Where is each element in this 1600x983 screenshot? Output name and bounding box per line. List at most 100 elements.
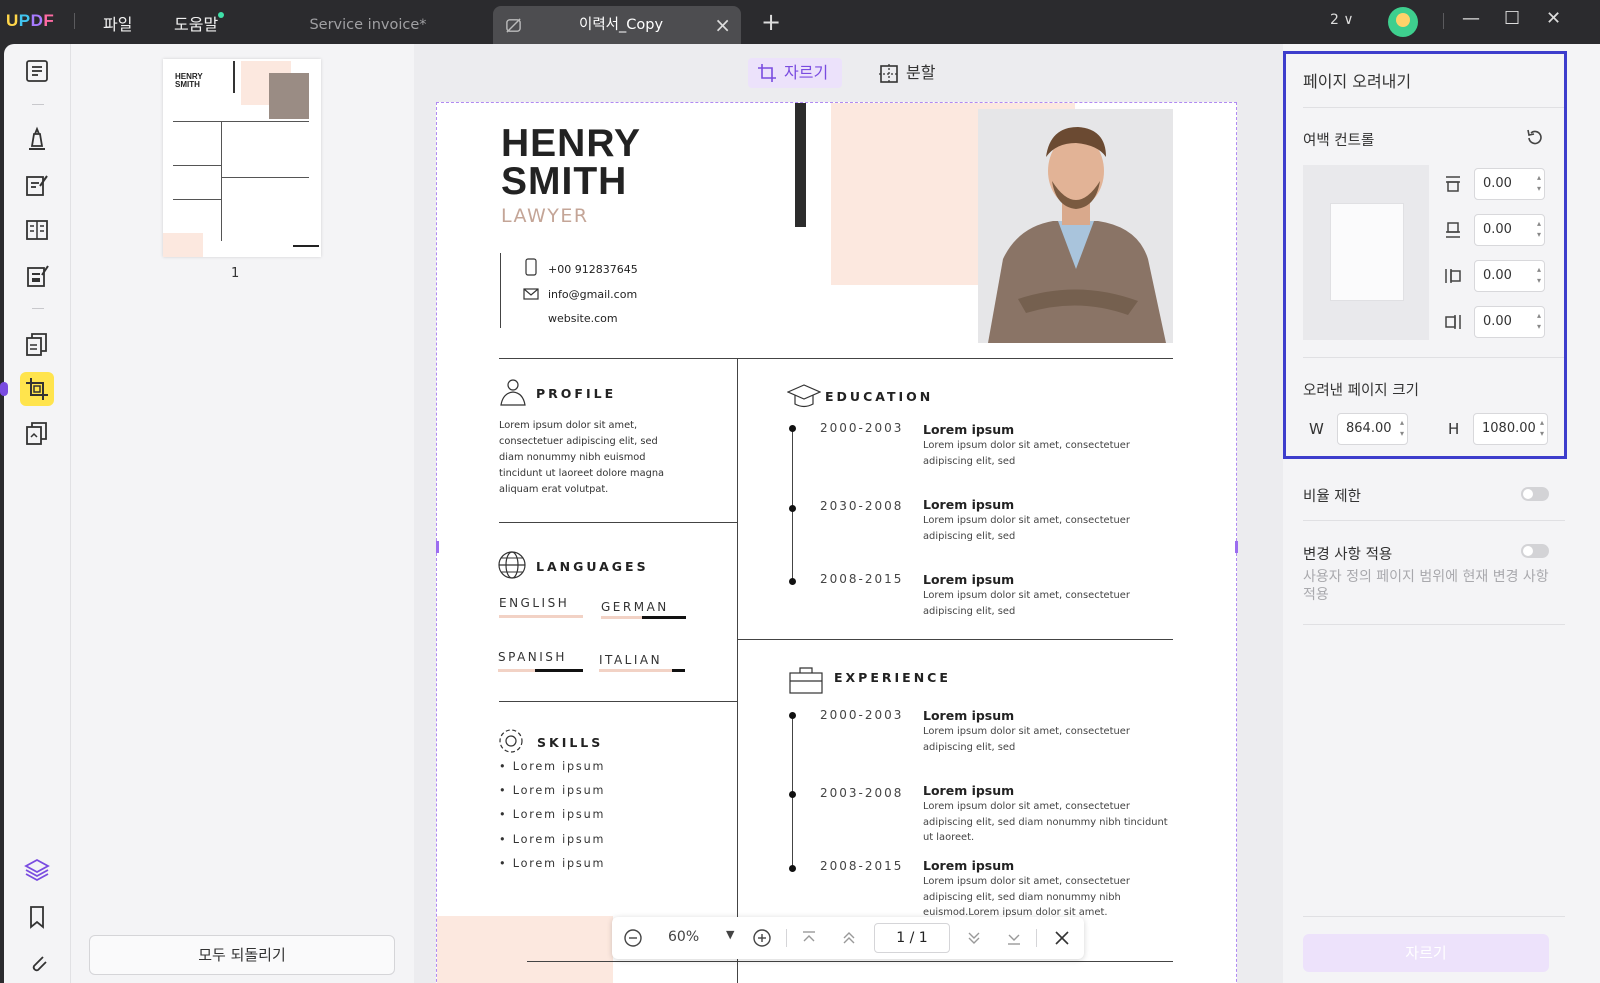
- notification-dot: [218, 12, 224, 18]
- divider: [1443, 13, 1444, 29]
- languages-heading: LANGUAGES: [536, 559, 649, 574]
- profile-heading: PROFILE: [536, 386, 617, 401]
- sign-icon[interactable]: [24, 263, 50, 289]
- crop-icon[interactable]: [24, 376, 50, 402]
- comment-icon[interactable]: [24, 126, 50, 152]
- contact-phone: +00 912837645: [548, 263, 638, 276]
- edit-pdf-icon[interactable]: [24, 172, 50, 198]
- resume-role: LAWYER: [501, 205, 589, 227]
- divider: [737, 639, 1173, 640]
- experience-title: Lorem ipsum: [923, 708, 1015, 723]
- timeline-dot: [789, 712, 796, 719]
- zoom-dropdown-icon[interactable]: ▼: [726, 928, 734, 941]
- next-page-icon[interactable]: [966, 930, 982, 946]
- resume-name: HENRY SMITH: [501, 122, 642, 203]
- education-title: Lorem ipsum: [923, 497, 1015, 512]
- prev-page-icon[interactable]: [841, 930, 857, 946]
- tool-sidebar: [0, 44, 70, 983]
- tab-label: Service invoice*: [309, 17, 427, 33]
- language-bar: [498, 669, 583, 672]
- highlight-box: [1283, 51, 1567, 459]
- split-mode-label: 분할: [906, 63, 936, 82]
- organize-icon[interactable]: [24, 331, 50, 357]
- education-title: Lorem ipsum: [923, 572, 1015, 587]
- convert-icon[interactable]: [24, 420, 50, 446]
- experience-title: Lorem ipsum: [923, 783, 1015, 798]
- tab-resume-copy[interactable]: 이력서_Copy ×: [493, 6, 741, 44]
- profile-text: Lorem ipsum dolor sit amet, consectetuer…: [499, 420, 665, 495]
- close-window-icon[interactable]: ✕: [1546, 8, 1561, 29]
- thumbnail-page-number: 1: [231, 266, 240, 281]
- skill-item: • Lorem ipsum: [499, 784, 606, 797]
- updf-logo[interactable]: UPDF: [6, 11, 54, 31]
- timeline-dot: [789, 865, 796, 872]
- document-canvas: 자르기 분할 HENRY SMITH LAWYER +00 912837645 i…: [414, 44, 1283, 983]
- experience-title: Lorem ipsum: [923, 858, 1015, 873]
- reset-all-button[interactable]: 모두 되돌리기: [89, 935, 395, 975]
- minimize-icon[interactable]: —: [1462, 8, 1480, 29]
- language-name: GERMAN: [601, 600, 669, 614]
- timeline-dot: [789, 505, 796, 512]
- contact-email: info@gmail.com: [548, 288, 638, 301]
- apply-changes-description: 사용자 정의 페이지 범위에 현재 변경 사항 적용: [1303, 569, 1549, 603]
- education-years: 2030-2008: [820, 499, 904, 513]
- experience-years: 2008-2015: [820, 859, 904, 873]
- page-thumbnail[interactable]: HENRY SMITH: [163, 59, 321, 257]
- crop-handle-right[interactable]: [1235, 541, 1238, 553]
- menu-file[interactable]: 파일: [103, 11, 132, 35]
- education-text: Lorem ipsum dolor sit amet, consectetuer…: [923, 515, 1130, 542]
- zoom-in-icon[interactable]: [753, 929, 771, 947]
- form-icon[interactable]: [24, 217, 50, 243]
- language-name: SPANISH: [498, 650, 567, 664]
- decor-block: [437, 916, 613, 983]
- layers-icon[interactable]: [24, 857, 50, 883]
- close-icon[interactable]: [1054, 930, 1070, 946]
- timeline-dot: [789, 578, 796, 585]
- contact-website: website.com: [548, 312, 618, 325]
- crop-handle-left[interactable]: [436, 541, 439, 553]
- decor-bar: [795, 103, 806, 227]
- apply-changes-label: 변경 사항 적용: [1303, 547, 1393, 563]
- new-tab-icon[interactable]: +: [761, 8, 781, 36]
- profile-icon: [500, 379, 526, 406]
- maximize-icon[interactable]: ☐: [1504, 8, 1520, 29]
- crop-button[interactable]: 자르기: [1303, 934, 1549, 972]
- bookmark-icon[interactable]: [24, 904, 50, 930]
- education-heading: EDUCATION: [825, 389, 934, 404]
- language-bar: [599, 669, 685, 672]
- skill-item: • Lorem ipsum: [499, 833, 606, 846]
- divider: [527, 961, 1173, 962]
- zoom-toolbar: 60% ▼ 1 / 1: [612, 917, 1084, 959]
- skills-heading: SKILLS: [537, 735, 604, 750]
- divider: [74, 13, 75, 29]
- pdf-page[interactable]: HENRY SMITH LAWYER +00 912837645 info@gma…: [436, 102, 1237, 983]
- split-page-icon: [879, 64, 899, 84]
- divider: [499, 522, 737, 523]
- gear-icon: [499, 729, 523, 753]
- reader-icon[interactable]: [24, 58, 50, 84]
- crop-mode-button[interactable]: 자르기: [748, 58, 842, 88]
- first-page-icon[interactable]: [801, 930, 817, 946]
- last-page-icon[interactable]: [1006, 930, 1022, 946]
- avatar[interactable]: [1388, 7, 1418, 37]
- window-count[interactable]: 2 ∨: [1330, 12, 1354, 28]
- skill-item: • Lorem ipsum: [499, 760, 606, 773]
- education-title: Lorem ipsum: [923, 422, 1015, 437]
- menu-help[interactable]: 도움말: [174, 11, 218, 35]
- zoom-level[interactable]: 60%: [668, 929, 699, 945]
- apply-changes-toggle[interactable]: [1521, 544, 1549, 558]
- profile-photo: [978, 109, 1173, 343]
- experience-years: 2003-2008: [820, 786, 904, 800]
- close-tab-icon[interactable]: ×: [714, 6, 731, 44]
- page-number-input[interactable]: 1 / 1: [874, 923, 950, 953]
- split-mode-button[interactable]: 분할: [878, 58, 948, 88]
- divider: [737, 358, 738, 983]
- skill-item: • Lorem ipsum: [499, 808, 606, 821]
- tab-service-invoice[interactable]: Service invoice*: [258, 6, 478, 44]
- zoom-out-icon[interactable]: [624, 929, 642, 947]
- attachment-icon[interactable]: [24, 949, 50, 975]
- ratio-lock-toggle[interactable]: [1521, 487, 1549, 501]
- graduation-cap-icon: [787, 384, 821, 408]
- language-name: ENGLISH: [499, 596, 570, 610]
- briefcase-icon: [789, 667, 823, 694]
